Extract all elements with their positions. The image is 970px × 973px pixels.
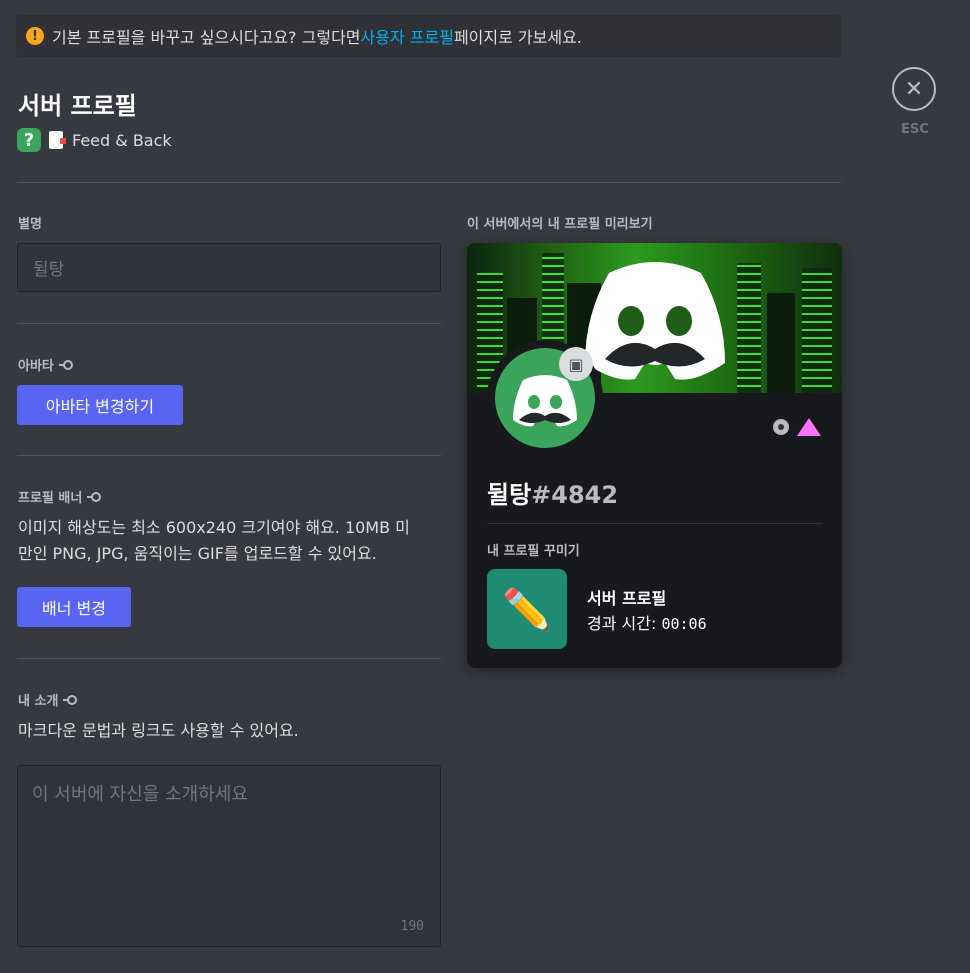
- nitro-icon: [87, 491, 102, 502]
- preview-username-name: 뒬탕: [487, 481, 532, 509]
- nickname-label: 별명: [18, 213, 42, 232]
- activity-elapsed-time: 00:06: [661, 615, 707, 633]
- activity-title: 서버 프로필: [587, 589, 667, 608]
- bio-label: 내 소개: [18, 690, 78, 709]
- server-selector[interactable]: ? Feed & Back: [17, 128, 172, 152]
- nickname-input[interactable]: 뒬탕: [17, 243, 441, 292]
- add-image-button[interactable]: ▣: [559, 347, 593, 381]
- preview-label: 이 서버에서의 내 프로필 미리보기: [467, 217, 653, 232]
- close-button[interactable]: ✕: [892, 67, 936, 111]
- section-divider: [17, 658, 441, 659]
- activity-elapsed-label: 경과 시간:: [587, 614, 662, 633]
- change-banner-button[interactable]: 배너 변경: [17, 587, 131, 627]
- banner-label: 프로필 배너: [18, 487, 102, 506]
- add-image-icon: ▣: [568, 354, 584, 374]
- banner-label-text: 프로필 배너: [18, 491, 83, 506]
- notice-text-after: 페이지로 가보세요.: [453, 28, 582, 47]
- profile-preview-card: ▣ 뒬탕#4842 내 프로필 꾸미기 ✏️ 서버 프로필 경과 시간: 00:…: [467, 243, 842, 668]
- nickname-label-text: 별명: [18, 217, 42, 232]
- bio-char-count: 190: [400, 919, 424, 934]
- card-divider: [487, 523, 822, 524]
- customize-section-label: 내 프로필 꾸미기: [487, 544, 580, 559]
- bio-placeholder: 이 서버에 자신을 소개하세요: [32, 784, 248, 805]
- boost-badge-icon[interactable]: [797, 418, 821, 436]
- document-icon: [49, 131, 66, 149]
- header-divider: [17, 182, 841, 183]
- warning-icon: !: [26, 27, 44, 45]
- banner-desc-line1: 이미지 해상도는 최소 600x240 크기여야 해요. 10MB 미: [18, 518, 410, 537]
- nitro-icon: [58, 359, 73, 370]
- page-title: 서버 프로필: [18, 92, 137, 120]
- profile-badges: [765, 418, 821, 436]
- banner-description: 이미지 해상도는 최소 600x240 크기여야 해요. 10MB 미 만인 P…: [18, 515, 410, 567]
- bio-label-text: 내 소개: [18, 694, 59, 709]
- pencil-icon: ✏️: [487, 569, 567, 649]
- avatar-label: 아바타: [18, 355, 73, 374]
- server-icon: ?: [17, 128, 41, 152]
- preview-username: 뒬탕#4842: [487, 475, 618, 510]
- change-avatar-button[interactable]: 아바타 변경하기: [17, 385, 183, 425]
- section-divider: [17, 323, 441, 324]
- banner-desc-line2: 만인 PNG, JPG, 움직이는 GIF를 업로드할 수 있어요.: [18, 544, 377, 563]
- preview-discriminator: #4842: [531, 481, 619, 509]
- bio-description: 마크다운 문법과 링크도 사용할 수 있어요.: [18, 721, 299, 740]
- esc-label: ESC: [901, 122, 929, 137]
- avatar-label-text: 아바타: [18, 359, 54, 374]
- user-profile-link[interactable]: 사용자 프로필: [361, 24, 454, 48]
- bio-textarea[interactable]: 이 서버에 자신을 소개하세요 190: [17, 765, 441, 947]
- nitro-icon: [63, 694, 78, 705]
- close-icon: ✕: [904, 76, 924, 102]
- activity-elapsed: 경과 시간: 00:06: [587, 610, 707, 634]
- server-name: Feed & Back: [72, 130, 172, 150]
- nickname-placeholder: 뒬탕: [33, 260, 65, 280]
- notice-text-before: 기본 프로필을 바꾸고 싶으시다고요? 그렇다면: [52, 28, 361, 47]
- profile-notice: ! 기본 프로필을 바꾸고 싶으시다고요? 그렇다면 사용자 프로필 페이지로 …: [16, 15, 841, 57]
- section-divider: [17, 455, 441, 456]
- nitro-badge-icon[interactable]: [765, 419, 789, 435]
